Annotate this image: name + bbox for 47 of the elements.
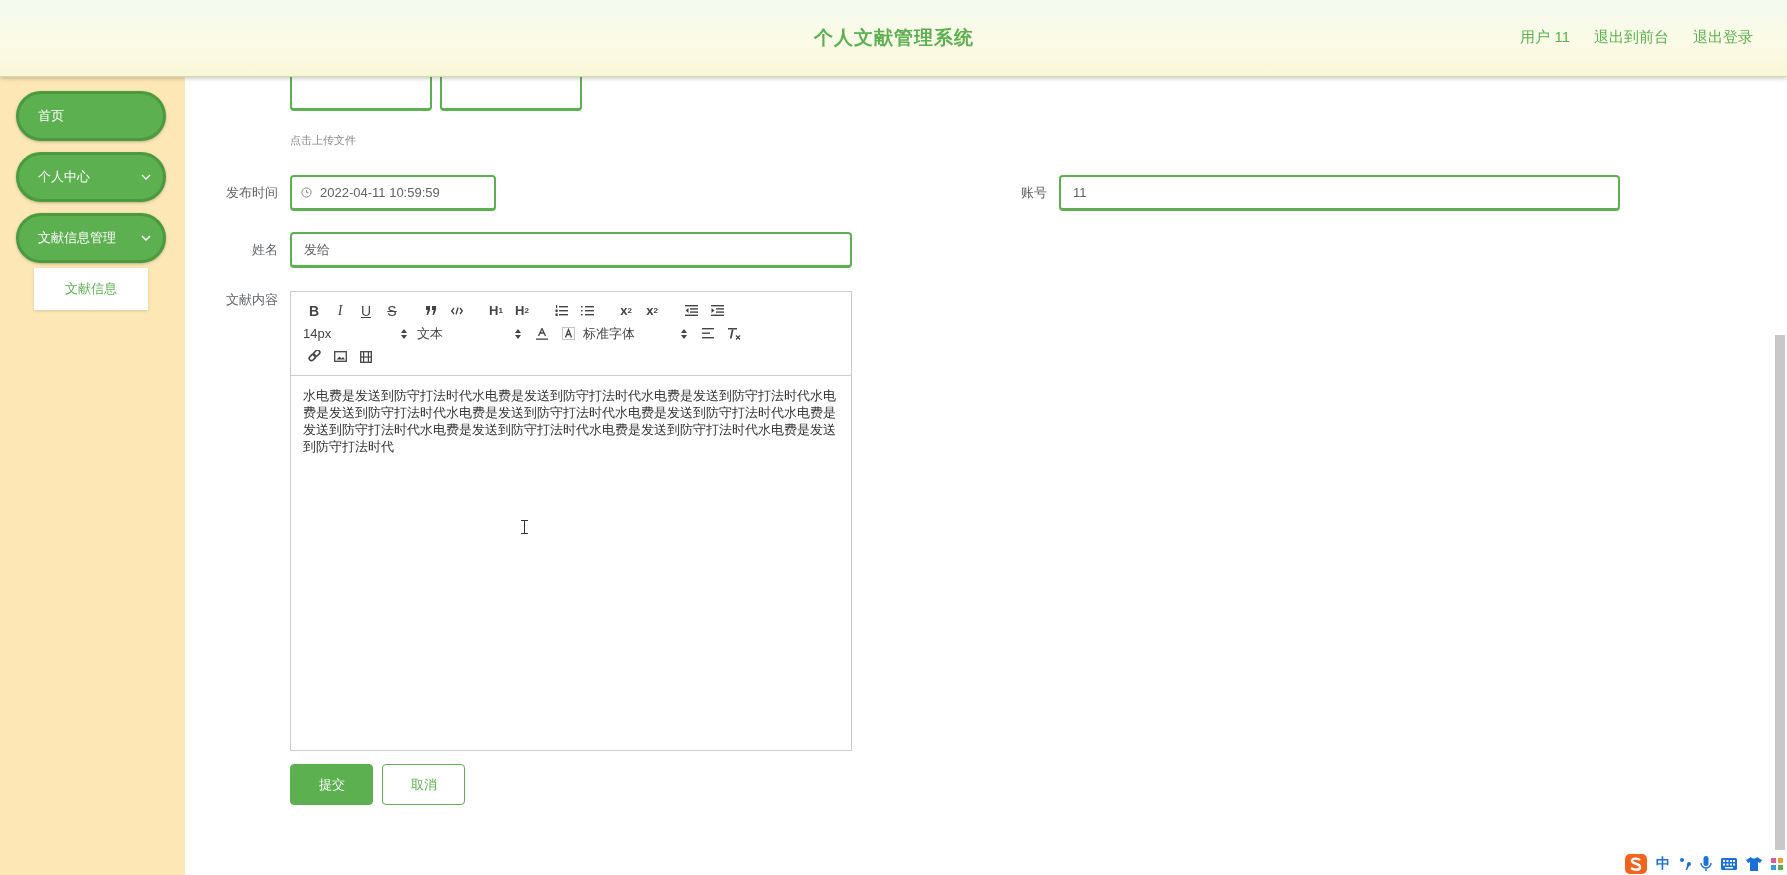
scrollbar-thumb[interactable] bbox=[1775, 335, 1785, 850]
editor-text: 水电费是发送到防守打法时代水电费是发送到防守打法时代水电费是发送到防守打法时代水电费是发送到防守打法时代水电费是发送到防守打法时代水电费是发送到防守打法时代水电费是发送到防守打法时代水电费是发送到防守打法时代水电费是发送到防守打法时代水电费是发送到防守打法时代 bbox=[302, 388, 837, 456]
image-icon bbox=[333, 351, 347, 362]
input-field[interactable]: 11 bbox=[1059, 175, 1620, 211]
bullet-list-icon bbox=[580, 305, 594, 316]
dropdown-picker[interactable]: 文本 bbox=[415, 323, 523, 344]
app-title: 个人文献管理系统 bbox=[813, 26, 974, 50]
microphone-icon bbox=[1700, 856, 1712, 872]
highlight-color-icon bbox=[561, 327, 575, 340]
quote-icon bbox=[425, 306, 437, 315]
field-label: 姓名 bbox=[251, 241, 278, 259]
text-cursor-icon bbox=[521, 520, 528, 534]
format-button[interactable]: S bbox=[379, 300, 405, 321]
input-mode-indicator[interactable]: 中 bbox=[1656, 855, 1670, 873]
numbered-list-icon bbox=[554, 305, 568, 316]
indent-icon bbox=[710, 305, 724, 316]
link-icon bbox=[307, 350, 321, 363]
sort-arrows-icon bbox=[401, 328, 407, 339]
film-icon bbox=[360, 350, 372, 363]
field-label: 发布时间 bbox=[225, 184, 278, 202]
clock-icon bbox=[301, 187, 312, 198]
upload-slot[interactable] bbox=[440, 77, 582, 111]
align-icon bbox=[702, 328, 714, 339]
punctuation-icon bbox=[1679, 857, 1691, 871]
chevron-down-icon bbox=[141, 235, 151, 241]
field-label: 账号 bbox=[1020, 184, 1047, 202]
dropdown-picker[interactable]: 14px bbox=[301, 323, 409, 344]
dropdown-picker[interactable]: 标准字体 bbox=[581, 323, 689, 344]
clear-format-icon bbox=[727, 327, 741, 340]
grid-icon bbox=[1771, 858, 1783, 870]
upload-hint[interactable]: 点击上传文件 bbox=[290, 133, 356, 148]
shirt-icon bbox=[1746, 857, 1762, 871]
chevron-down-icon bbox=[141, 174, 151, 180]
outdent-icon bbox=[684, 305, 698, 316]
input-field[interactable]: 发给 bbox=[290, 232, 852, 268]
sort-arrows-icon bbox=[681, 328, 687, 339]
format-button[interactable]: B bbox=[301, 300, 327, 321]
format-button[interactable]: U bbox=[353, 300, 379, 321]
field-label: 文献内容 bbox=[225, 291, 278, 309]
sort-arrows-icon bbox=[515, 328, 521, 339]
format-button[interactable]: I bbox=[327, 300, 353, 321]
upload-slot[interactable] bbox=[290, 77, 432, 111]
text-color-icon bbox=[536, 327, 548, 340]
date-field[interactable]: 2022-04-11 10:59:59 bbox=[290, 175, 496, 211]
keyboard-icon bbox=[1721, 858, 1737, 870]
format-button[interactable]: x$^{2}$ bbox=[639, 300, 665, 321]
code-icon bbox=[451, 306, 463, 315]
